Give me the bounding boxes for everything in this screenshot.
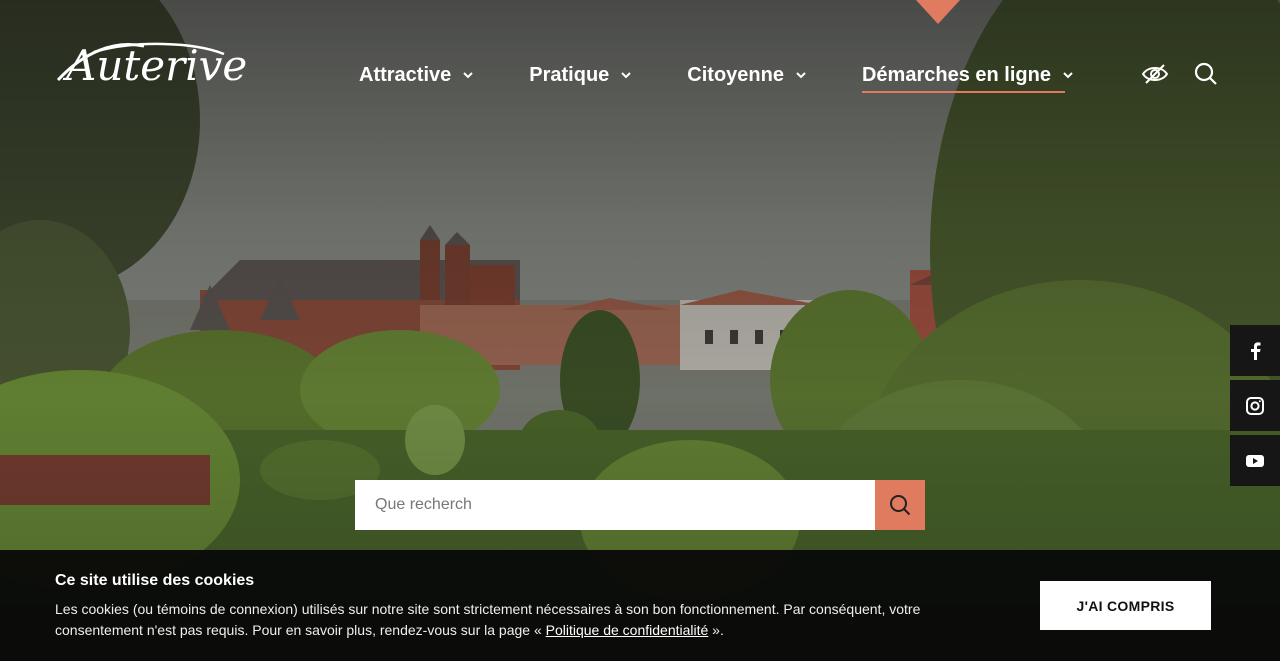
nav-label: Démarches en ligne xyxy=(861,63,1051,86)
nav-item-attractive[interactable]: Attractive xyxy=(359,60,475,90)
social-sidebar xyxy=(1230,325,1280,490)
chevron-down-icon xyxy=(621,72,632,79)
cookie-text-line2-suffix: ». xyxy=(708,622,724,638)
search-input[interactable] xyxy=(355,480,875,530)
youtube-icon xyxy=(1246,454,1264,467)
chevron-down-icon xyxy=(1063,72,1073,79)
logo-text: Auterive xyxy=(66,41,248,90)
nav-label: Citoyenne xyxy=(687,63,784,86)
search-button[interactable] xyxy=(875,480,925,530)
social-youtube-button[interactable] xyxy=(1230,435,1280,486)
cookie-title: Ce site utilise des cookies xyxy=(55,572,255,589)
social-instagram-button[interactable] xyxy=(1230,380,1280,431)
nav-item-pratique[interactable]: Pratique xyxy=(529,60,633,90)
cookie-accept-button[interactable]: J'AI COMPRIS xyxy=(1040,581,1211,630)
nav-label: Pratique xyxy=(529,63,610,86)
nav-active-indicator xyxy=(916,0,960,24)
nav-item-demarches[interactable]: Démarches en ligne xyxy=(861,60,1075,93)
search-bar xyxy=(355,480,925,530)
chevron-down-icon xyxy=(796,72,806,79)
cookie-banner: Ce site utilise des cookies Les cookies … xyxy=(0,550,1280,661)
social-facebook-button[interactable] xyxy=(1230,325,1280,376)
search-icon xyxy=(890,495,911,516)
chevron-down-icon xyxy=(463,72,473,79)
privacy-policy-link[interactable]: Politique de confidentialité xyxy=(546,622,709,638)
cookie-text-line1: Les cookies (ou témoins de connexion) ut… xyxy=(55,601,921,617)
search-icon[interactable] xyxy=(1192,60,1220,88)
facebook-icon xyxy=(1251,341,1261,360)
site-header: Auterive Attractive Pratique Citoyenne D… xyxy=(0,0,1280,130)
nav-item-citoyenne[interactable]: Citoyenne xyxy=(687,60,808,90)
main-nav: Attractive Pratique Citoyenne Démarches … xyxy=(359,60,1129,93)
cookie-text: Les cookies (ou témoins de connexion) ut… xyxy=(55,599,955,641)
nav-label: Attractive xyxy=(359,63,452,86)
site-logo[interactable]: Auterive xyxy=(54,32,247,94)
instagram-icon xyxy=(1246,396,1264,415)
eye-off-icon[interactable] xyxy=(1141,60,1169,88)
cookie-text-line2-prefix: consentement n'est pas requis. Pour en s… xyxy=(55,622,546,638)
